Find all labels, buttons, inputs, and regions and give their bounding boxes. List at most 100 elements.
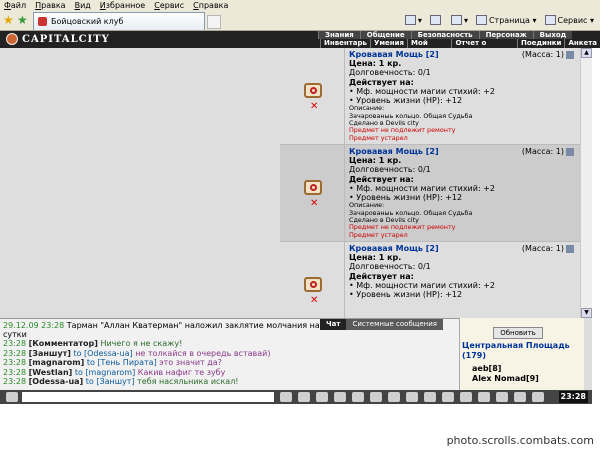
menu-favorites[interactable]: Избранное <box>100 1 145 10</box>
exit-icon[interactable] <box>532 392 544 402</box>
item-name[interactable]: Кровавая Мощь [2] <box>349 244 439 253</box>
item-durability: Долговечность: 0/1 <box>349 165 431 175</box>
chat-panel: Чат Системные сообщения 29.12.09 23:28 Т… <box>0 318 459 390</box>
room-user[interactable]: Alex Nomad[9] <box>472 374 539 383</box>
ring-item-icon[interactable] <box>304 277 322 292</box>
clear-chat-icon[interactable] <box>424 392 436 402</box>
item-durability: Долговечность: 0/1 <box>349 262 431 272</box>
browser-tab[interactable]: Бойцовский клуб <box>33 12 205 30</box>
sub-nav: Инвентарь Умения Мой Скролл Отчет о пере… <box>320 39 600 56</box>
item-effects-title: Действует на: <box>349 77 414 87</box>
item-warning: Предмет устарел <box>349 133 408 142</box>
site-favicon-icon <box>38 17 47 26</box>
chat-nick[interactable]: [Westlan] <box>29 368 73 377</box>
map-icon[interactable] <box>496 392 508 402</box>
item-warning: Предмет устарел <box>349 230 408 239</box>
menu-edit[interactable]: Правка <box>35 1 65 10</box>
menu-file[interactable]: Файл <box>4 1 26 10</box>
chat-toolbar: 23:28 <box>0 390 592 404</box>
fight-icon[interactable] <box>514 392 526 402</box>
chat-nick[interactable]: [Заншут] <box>29 349 71 358</box>
logo-emblem-icon <box>6 33 18 45</box>
item-durability: Долговечность: 0/1 <box>349 68 431 78</box>
scroll-down-icon[interactable]: ▼ <box>581 308 592 318</box>
inventory-scrollbar[interactable]: ▲ ▼ <box>580 48 592 318</box>
room-user[interactable]: aeb[8] <box>472 364 501 373</box>
tab-chat[interactable]: Чат <box>320 319 347 330</box>
filter-icon[interactable] <box>334 392 346 402</box>
mass-icon <box>566 147 574 156</box>
watermark: photo.scrolls.combats.com <box>446 434 594 447</box>
private-icon[interactable] <box>442 392 454 402</box>
inventory-item: ✕ Кровавая Мощь [2] (Масса: 1) Цена: 1 кр… <box>280 242 580 318</box>
nav-profile[interactable]: Анкета <box>564 39 600 48</box>
delete-item-icon[interactable]: ✕ <box>310 295 318 306</box>
translit-icon[interactable] <box>388 392 400 402</box>
chat-message: 23:28 [Заншут] to [Odessa-ua] не толкайс… <box>3 348 271 358</box>
scroll-lock-icon[interactable] <box>406 392 418 402</box>
system-message-tail: сутки <box>3 330 27 339</box>
ring-item-icon[interactable] <box>304 83 322 98</box>
nav-inventory[interactable]: Инвентарь <box>320 39 370 48</box>
menu-tools[interactable]: Сервис <box>154 1 184 10</box>
nav-communication[interactable]: Общение <box>359 31 411 39</box>
home-button[interactable]: ▾ <box>404 15 422 25</box>
item-effect: • Мф. мощности магии стихий: +2 <box>349 86 495 96</box>
item-name[interactable]: Кровавая Мощь [2] <box>349 50 439 59</box>
item-mass: (Масса: 1) <box>522 244 574 253</box>
nav-my-scroll[interactable]: Мой Скролл <box>407 39 451 56</box>
friends-icon[interactable] <box>478 392 490 402</box>
mass-icon <box>566 50 574 59</box>
scroll-up-icon[interactable]: ▲ <box>581 48 592 58</box>
inventory-list: ✕ Кровавая Мощь [2] (Масса: 1) Цена: 1 кр… <box>280 48 580 318</box>
tab-system-messages[interactable]: Системные сообщения <box>346 319 443 330</box>
game-clock: 23:28 <box>558 391 588 403</box>
refresh-button[interactable]: Обновить <box>493 327 543 339</box>
add-favorite-icon[interactable]: ★ <box>17 13 28 27</box>
item-effect: • Мф. мощности магии стихий: +2 <box>349 183 495 193</box>
chat-message: 23:28 [magnarom] to [Тень Пирата] это зн… <box>3 358 222 367</box>
ring-item-icon[interactable] <box>304 180 322 195</box>
feeds-button[interactable] <box>429 15 443 25</box>
item-price: Цена: 1 кр. <box>349 59 402 69</box>
site-logo: CAPITALCITY <box>6 33 110 45</box>
print-button[interactable]: ▾ <box>450 15 468 25</box>
nav-transfer-report[interactable]: Отчет о переводах <box>451 39 517 56</box>
item-info: Кровавая Мощь [2] (Масса: 1) Цена: 1 кр. … <box>349 244 578 299</box>
delete-item-icon[interactable]: ✕ <box>310 101 318 112</box>
erase-icon[interactable] <box>298 392 310 402</box>
nav-exit[interactable]: Выход <box>532 31 573 39</box>
item-name[interactable]: Кровавая Мощь [2] <box>349 147 439 156</box>
smiles-icon[interactable] <box>316 392 328 402</box>
chat-mode-icon[interactable] <box>6 392 18 402</box>
top-nav: Знания Общение Безопасность Персонаж Вых… <box>318 31 573 39</box>
chat-nick[interactable]: [Odessa-ua] <box>29 377 84 386</box>
room-count: (179) <box>462 351 487 360</box>
sound-icon[interactable] <box>370 392 382 402</box>
chat-input[interactable] <box>22 392 274 402</box>
chat-nick[interactable]: [Комментатор] <box>29 339 98 348</box>
inventory-item: ✕ Кровавая Мощь [2] (Масса: 1) Цена: 1 кр… <box>280 145 580 242</box>
page-icon <box>475 15 487 25</box>
nav-skills[interactable]: Умения <box>369 39 407 48</box>
nav-character[interactable]: Персонаж <box>478 31 533 39</box>
nav-knowledge[interactable]: Знания <box>318 31 360 39</box>
favorites-star-icon[interactable]: ★ <box>3 13 14 27</box>
room-title: Центральная Площадь (179) <box>462 341 570 360</box>
room-scrollbar[interactable] <box>584 318 592 390</box>
menu-view[interactable]: Вид <box>75 1 91 10</box>
nav-security[interactable]: Безопасность <box>410 31 479 39</box>
chat-message: 23:28 [Westlan] to [magnarom] Какив нафи… <box>3 367 226 377</box>
room-panel: Обновить Центральная Площадь (179) aeb[8]… <box>459 318 592 390</box>
page-menu-button[interactable]: Страница ▾ <box>475 15 537 25</box>
chat-nick[interactable]: [magnarom] <box>29 358 85 367</box>
send-icon[interactable] <box>280 392 292 402</box>
delete-item-icon[interactable]: ✕ <box>310 198 318 209</box>
help-icon[interactable] <box>460 392 472 402</box>
settings-icon[interactable] <box>352 392 364 402</box>
new-tab-button[interactable] <box>207 15 221 29</box>
item-mass: (Масса: 1) <box>522 50 574 59</box>
menu-help[interactable]: Справка <box>193 1 228 10</box>
nav-battles[interactable]: Поединки <box>516 39 564 48</box>
tools-menu-button[interactable]: Сервис ▾ <box>544 15 594 25</box>
